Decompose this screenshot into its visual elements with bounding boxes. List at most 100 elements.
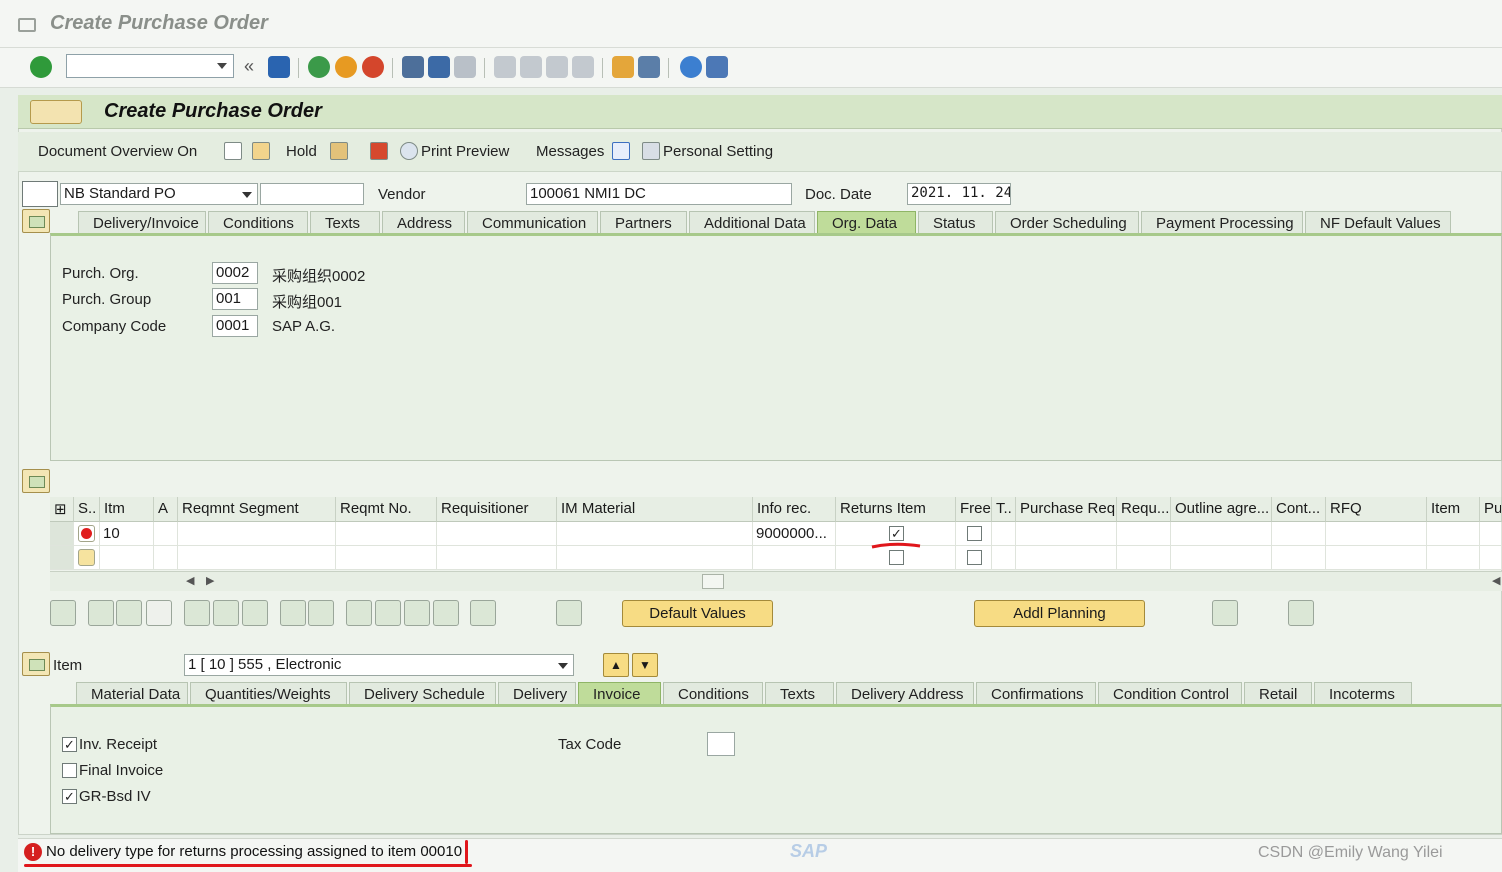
info-icon[interactable] (612, 142, 630, 160)
info-record-cell[interactable] (753, 546, 836, 570)
table-cell[interactable] (1480, 522, 1502, 546)
table-cell[interactable] (336, 546, 437, 570)
column-header[interactable]: Info rec. (753, 497, 836, 522)
delete-icon[interactable] (184, 600, 210, 626)
table-cell[interactable] (437, 546, 557, 570)
personal-setting-button[interactable]: Personal Setting (663, 143, 773, 160)
scroll-far-right-icon[interactable]: ◀ (1492, 574, 1500, 587)
table-cell[interactable] (1326, 546, 1427, 570)
column-header[interactable]: Pu (1480, 497, 1502, 522)
table-cell[interactable] (1427, 522, 1480, 546)
table-cell[interactable] (1016, 546, 1117, 570)
column-header[interactable]: Purchase Req. (1016, 497, 1117, 522)
table-scrollbar[interactable]: ◀ ▶ ◀ (50, 571, 1502, 591)
tab-conditions[interactable]: Conditions (208, 211, 308, 235)
column-header[interactable]: Requisitioner (437, 497, 557, 522)
select-all-icon[interactable] (88, 600, 114, 626)
column-header[interactable]: Item (1427, 497, 1480, 522)
account-assignment-icon[interactable] (556, 600, 582, 626)
company-code-field[interactable]: 0001 (212, 315, 258, 337)
previous-item-icon[interactable]: ▲ (603, 653, 629, 677)
table-cell[interactable] (1326, 522, 1427, 546)
hold-button[interactable]: Hold (286, 143, 317, 160)
item-tab-quantities-weights[interactable]: Quantities/Weights (190, 682, 347, 706)
tab-partners[interactable]: Partners (600, 211, 687, 235)
column-header[interactable]: Itm (100, 497, 154, 522)
table-cell[interactable] (437, 522, 557, 546)
screen-variant-icon[interactable] (30, 100, 82, 124)
other-document-icon[interactable] (252, 142, 270, 160)
currency-icon[interactable] (1212, 600, 1238, 626)
sort-descending-icon[interactable] (375, 600, 401, 626)
column-header[interactable]: Cont... (1272, 497, 1326, 522)
table-cell[interactable] (178, 546, 336, 570)
row-selector[interactable] (50, 546, 74, 570)
column-header[interactable]: S.. (74, 497, 100, 522)
status-message[interactable]: No delivery type for returns processing … (46, 843, 462, 860)
details-icon[interactable] (50, 600, 76, 626)
scroll-left-icon[interactable]: ◀ (186, 574, 194, 587)
table-cell[interactable] (992, 546, 1016, 570)
find-next-icon[interactable] (454, 56, 476, 78)
customize-layout-icon[interactable] (706, 56, 728, 78)
column-header[interactable]: IM Material (557, 497, 753, 522)
purch-org-field[interactable]: 0002 (212, 262, 258, 284)
po-number-field[interactable] (260, 183, 364, 205)
row-selector[interactable] (50, 522, 74, 546)
next-item-icon[interactable]: ▼ (632, 653, 658, 677)
tax-code-field[interactable] (707, 732, 735, 756)
command-field[interactable] (66, 54, 234, 78)
tab-address[interactable]: Address (382, 211, 465, 235)
final-invoice-checkbox[interactable] (62, 763, 77, 778)
item-tab-delivery-address[interactable]: Delivery Address (836, 682, 974, 706)
table-cell[interactable] (178, 522, 336, 546)
tab-status[interactable]: Status (918, 211, 993, 235)
item-tab-invoice[interactable]: Invoice (578, 682, 661, 706)
check-icon[interactable] (330, 142, 348, 160)
doc-date-field[interactable]: 2021. 11. 24 (907, 183, 1011, 205)
column-header[interactable]: A (154, 497, 178, 522)
scroll-right-icon[interactable]: ▶ (206, 574, 214, 587)
column-header[interactable]: Reqmnt Segment (178, 497, 336, 522)
returns-item-checkbox[interactable] (889, 550, 904, 565)
free-checkbox[interactable] (967, 526, 982, 541)
tab-delivery-invoice[interactable]: Delivery/Invoice (78, 211, 206, 235)
vendor-field[interactable]: 100061 NMI1 DC (526, 183, 792, 205)
table-cell[interactable] (557, 522, 753, 546)
table-cell[interactable] (557, 546, 753, 570)
item-number-cell[interactable]: 10 (100, 522, 154, 546)
free-checkbox[interactable] (967, 550, 982, 565)
column-header[interactable]: T.. (992, 497, 1016, 522)
item-tab-condition-control[interactable]: Condition Control (1098, 682, 1242, 706)
status-cell[interactable] (74, 546, 100, 570)
free-cell[interactable] (956, 546, 992, 570)
inv-receipt-checkbox[interactable]: ✓ (62, 737, 77, 752)
item-tab-confirmations[interactable]: Confirmations (976, 682, 1096, 706)
first-page-icon[interactable] (494, 56, 516, 78)
table-cell[interactable] (1016, 522, 1117, 546)
subitem-icon[interactable] (470, 600, 496, 626)
new-document-icon[interactable] (224, 142, 242, 160)
enter-icon[interactable] (30, 56, 52, 78)
item-detail-collapse-toggle[interactable] (22, 652, 50, 676)
tab-order-scheduling[interactable]: Order Scheduling (995, 211, 1139, 235)
cart-icon[interactable] (22, 181, 58, 207)
returns-item-checkbox[interactable]: ✓ (889, 526, 904, 541)
tab-texts[interactable]: Texts (310, 211, 380, 235)
table-settings-icon[interactable]: ⊞ (50, 497, 74, 522)
items-collapse-toggle[interactable] (22, 469, 50, 493)
deselect-all-icon[interactable] (146, 600, 172, 626)
purch-group-field[interactable]: 001 (212, 288, 258, 310)
filter-icon[interactable] (404, 600, 430, 626)
info-record-cell[interactable]: 9000000... (753, 522, 836, 546)
column-header[interactable]: Outline agre... (1171, 497, 1272, 522)
shortcut-icon[interactable] (638, 56, 660, 78)
back-icon[interactable] (308, 56, 330, 78)
item-tab-retail[interactable]: Retail (1244, 682, 1312, 706)
item-tab-incoterms[interactable]: Incoterms (1314, 682, 1412, 706)
tab-org-data[interactable]: Org. Data (817, 211, 916, 235)
item-tab-delivery[interactable]: Delivery (498, 682, 576, 706)
planning-icon[interactable] (1288, 600, 1314, 626)
select-block-icon[interactable] (116, 600, 142, 626)
last-page-icon[interactable] (572, 56, 594, 78)
